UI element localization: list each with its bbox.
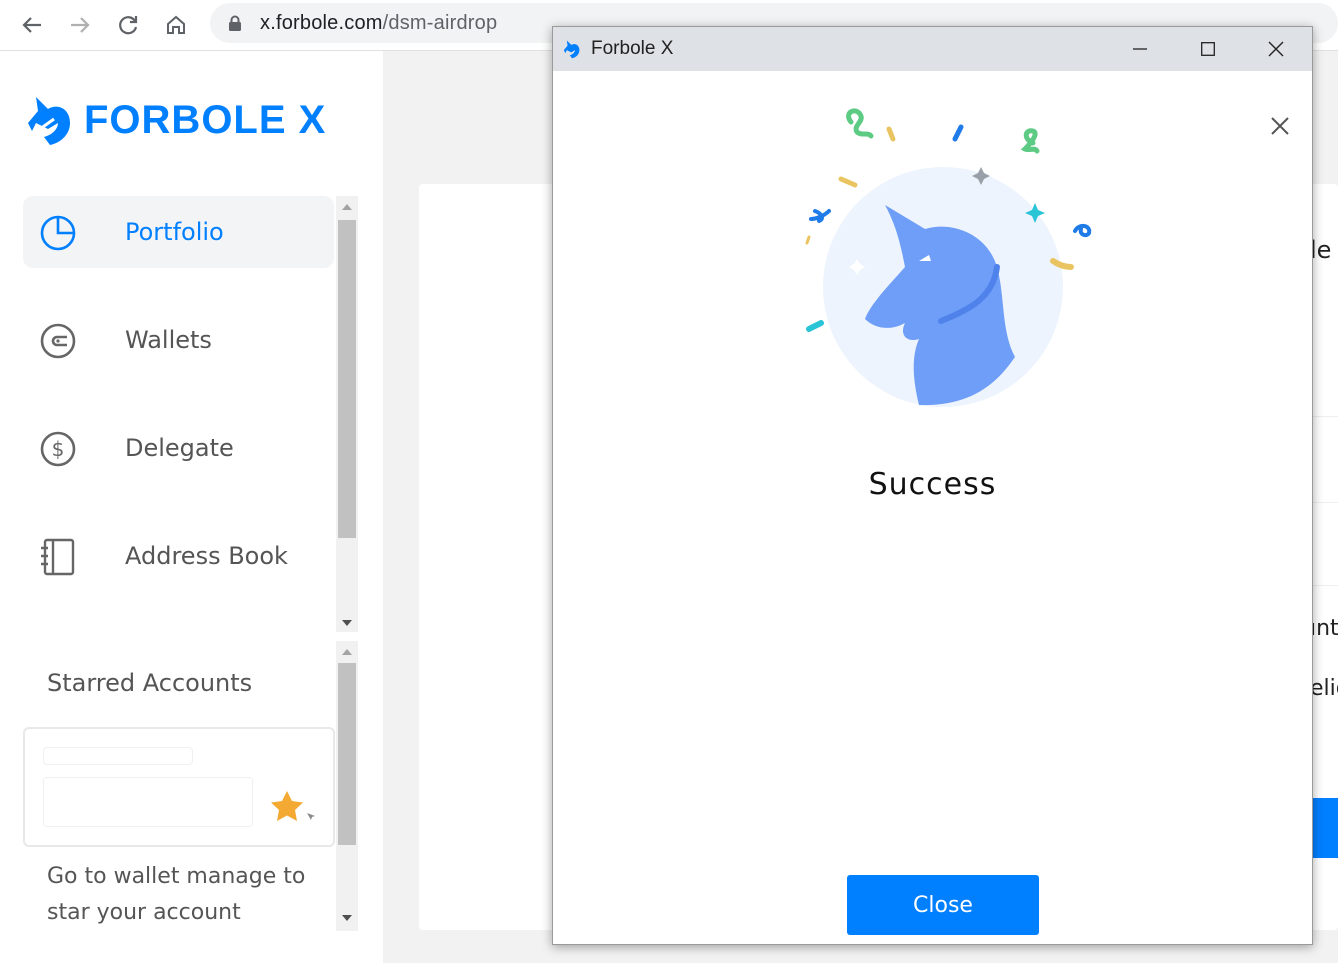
wallet-icon: [40, 323, 76, 359]
forbole-app-icon: [563, 40, 580, 59]
sidebar-item-label: Delegate: [125, 434, 234, 462]
sidebar-item-wallets[interactable]: Wallets: [23, 304, 334, 376]
popup-window-title: Forbole X: [591, 38, 674, 59]
sidebar-item-delegate[interactable]: $ Delegate: [23, 412, 334, 484]
reload-button[interactable]: [112, 9, 144, 41]
menu-scrollbar[interactable]: [336, 196, 358, 632]
arrow-right-icon: [71, 17, 90, 33]
close-button[interactable]: Close: [847, 875, 1039, 935]
starred-accounts-title: Starred Accounts: [47, 669, 253, 697]
peek-text-2: ınt: [1310, 616, 1338, 641]
scroll-down-arrow-icon[interactable]: [342, 915, 352, 921]
sidebar: FORBOLE X Portfolio Wallets $ Delegate A…: [0, 51, 383, 963]
starred-scrollbar[interactable]: [336, 641, 358, 931]
forward-button[interactable]: [64, 9, 96, 41]
scrollbar-thumb[interactable]: [338, 663, 356, 845]
placeholder-line: [43, 747, 193, 765]
sidebar-item-label: Portfolio: [125, 218, 224, 246]
reload-icon: [119, 16, 138, 35]
sidebar-menu: Portfolio Wallets $ Delegate Address Boo…: [23, 196, 334, 628]
success-message: Success: [868, 467, 997, 502]
pie-chart-icon: [40, 215, 76, 251]
placeholder-box: [43, 777, 253, 827]
forbole-popup-window: Forbole X Success Close: [552, 26, 1313, 945]
sidebar-item-label: Address Book: [125, 542, 288, 570]
popup-titlebar[interactable]: Forbole X: [553, 27, 1312, 71]
minimize-icon: [1133, 48, 1147, 50]
divider: [1310, 585, 1338, 586]
unicorn-logo-icon: [28, 97, 70, 145]
close-icon: [1268, 41, 1284, 57]
scroll-up-arrow-icon[interactable]: [342, 649, 352, 655]
divider: [1310, 416, 1338, 417]
address-book-icon: [41, 538, 75, 576]
scroll-up-arrow-icon[interactable]: [342, 204, 352, 210]
back-button[interactable]: [16, 9, 48, 41]
dialog-close-icon[interactable]: [1267, 113, 1293, 139]
peek-text-3: elig: [1310, 676, 1338, 701]
lock-icon: [229, 15, 241, 31]
star-icon: [271, 791, 315, 821]
main-action-button[interactable]: [1310, 798, 1338, 858]
sidebar-item-portfolio[interactable]: Portfolio: [23, 196, 334, 268]
starred-accounts-hint: Go to wallet manage to star your account: [47, 864, 306, 925]
url-text: x.forbole.com/dsm-airdrop: [260, 12, 498, 34]
home-icon: [167, 15, 185, 34]
window-close-button[interactable]: [1242, 27, 1310, 71]
dollar-icon: $: [40, 431, 76, 467]
logo-text: FORBOLE X: [84, 97, 327, 142]
starred-accounts-placeholder: [23, 727, 335, 847]
divider: [1310, 502, 1338, 503]
forbole-logo[interactable]: FORBOLE X: [28, 93, 326, 147]
maximize-icon: [1201, 42, 1215, 56]
home-button[interactable]: [160, 9, 192, 41]
arrow-left-icon: [22, 17, 41, 33]
minimize-button[interactable]: [1106, 27, 1174, 71]
sidebar-item-address-book[interactable]: Address Book: [23, 520, 334, 592]
maximize-button[interactable]: [1174, 27, 1242, 71]
sidebar-item-label: Wallets: [125, 326, 212, 354]
unicorn-success-illustration: [805, 108, 1092, 407]
scroll-down-arrow-icon[interactable]: [342, 620, 352, 626]
scrollbar-thumb[interactable]: [338, 220, 356, 538]
svg-text:$: $: [52, 437, 65, 461]
peek-text-1: le: [1310, 236, 1332, 264]
